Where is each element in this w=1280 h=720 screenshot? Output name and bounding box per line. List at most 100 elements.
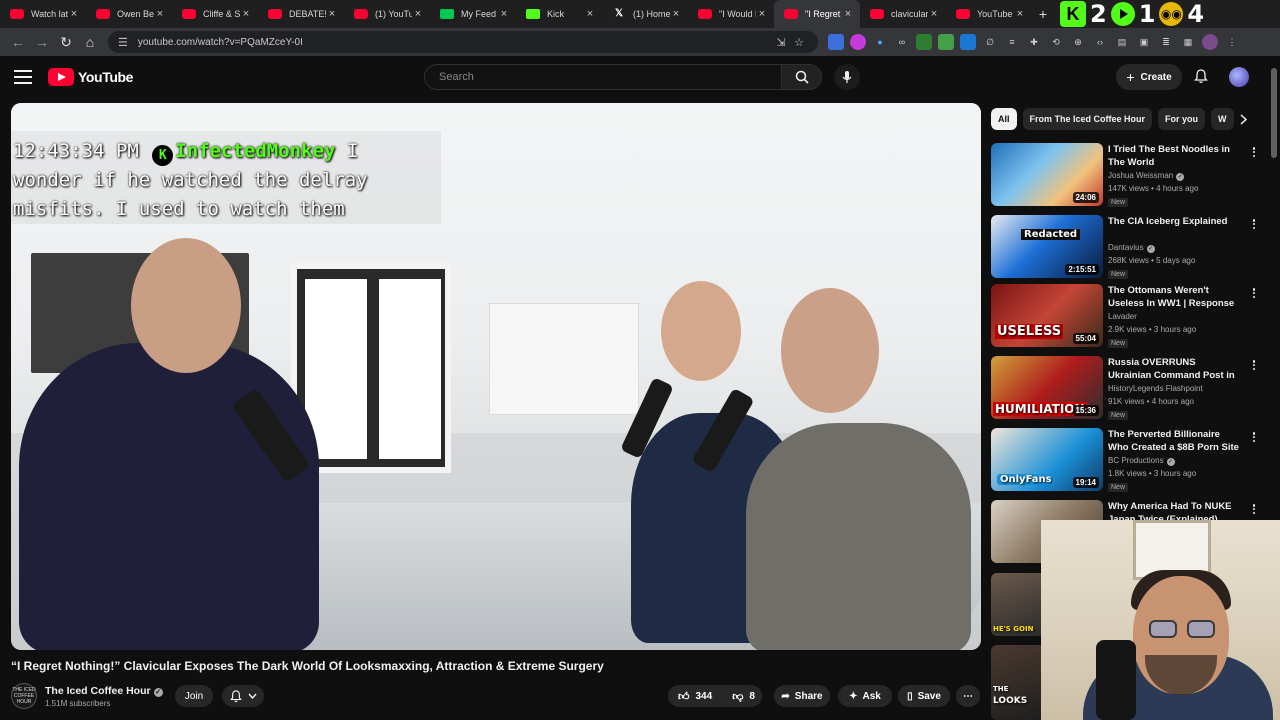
tab-close-icon[interactable]: × bbox=[670, 8, 682, 20]
site-info-icon[interactable]: ☰ bbox=[118, 36, 128, 49]
channel-name-link[interactable]: The Iced Coffee Hour ✓ bbox=[45, 685, 163, 697]
history-icon[interactable]: ⟲ bbox=[1048, 34, 1064, 50]
extension-icon[interactable]: ▤ bbox=[1114, 34, 1130, 50]
extension-icon[interactable]: ▣ bbox=[1136, 34, 1152, 50]
extension-icon[interactable]: ● bbox=[872, 34, 888, 50]
tab-close-icon[interactable]: × bbox=[928, 8, 940, 20]
tab-close-icon[interactable]: × bbox=[498, 8, 510, 20]
save-button[interactable]: ▯ Save bbox=[898, 685, 950, 707]
extension-icon[interactable]: ∞ bbox=[894, 34, 910, 50]
tab-close-icon[interactable]: × bbox=[1014, 8, 1026, 20]
more-vertical-icon[interactable] bbox=[1249, 286, 1259, 300]
more-vertical-icon[interactable] bbox=[1249, 430, 1259, 444]
video-thumbnail[interactable]: USELESS 55:04 bbox=[991, 284, 1103, 347]
recommended-channel[interactable]: BC Productions ✓ bbox=[1108, 456, 1175, 466]
extension-icon[interactable]: ≡ bbox=[1004, 34, 1020, 50]
devtools-icon[interactable]: ‹› bbox=[1092, 34, 1108, 50]
search-input[interactable]: Search bbox=[424, 64, 782, 90]
extension-icon[interactable]: ≣ bbox=[1158, 34, 1174, 50]
join-button[interactable]: Join bbox=[175, 685, 213, 707]
extensions-puzzle-icon[interactable]: ✚ bbox=[1026, 34, 1042, 50]
tab-close-icon[interactable]: × bbox=[68, 8, 80, 20]
recommendation-thumbnail-partial[interactable]: THE LOOKS bbox=[991, 645, 1041, 720]
recommended-video[interactable]: USELESS 55:04 The Ottomans Weren't Useless… bbox=[991, 284, 1263, 348]
extension-icon[interactable] bbox=[850, 34, 866, 50]
subscription-bell-button[interactable] bbox=[222, 685, 264, 707]
tab-close-icon[interactable]: × bbox=[842, 8, 854, 20]
filter-chip[interactable]: For you bbox=[1158, 108, 1206, 130]
profile-avatar-icon[interactable] bbox=[1202, 34, 1218, 50]
recommended-video-title[interactable]: The Perverted Billionaire Who Created a … bbox=[1108, 428, 1240, 454]
create-button[interactable]: + Create bbox=[1116, 64, 1182, 90]
recommended-channel[interactable]: Lavader bbox=[1108, 312, 1137, 321]
more-vertical-icon[interactable] bbox=[1249, 145, 1259, 159]
account-avatar[interactable] bbox=[1229, 67, 1249, 87]
browser-tab[interactable]: YouTube H× bbox=[946, 0, 1032, 28]
bookmark-star-icon[interactable]: ☆ bbox=[790, 36, 808, 49]
browser-tab[interactable]: "I Would H× bbox=[688, 0, 774, 28]
page-scrollbar[interactable] bbox=[1271, 60, 1277, 520]
share-button[interactable]: ➦ Share bbox=[774, 685, 830, 707]
recommended-video-title[interactable]: I Tried The Best Noodles in The World bbox=[1108, 143, 1240, 169]
more-vertical-icon[interactable] bbox=[1249, 217, 1259, 231]
tab-close-icon[interactable]: × bbox=[326, 8, 338, 20]
video-thumbnail[interactable]: OnlyFans 19:14 bbox=[991, 428, 1103, 491]
chips-next-button[interactable] bbox=[1234, 110, 1252, 128]
extension-icon[interactable]: ∅ bbox=[982, 34, 998, 50]
recommended-video[interactable]: 24:06 I Tried The Best Noodles in The Wor… bbox=[991, 143, 1263, 207]
menu-hamburger-icon[interactable] bbox=[14, 67, 34, 87]
extension-icon[interactable] bbox=[938, 34, 954, 50]
video-player[interactable]: 12:43:34 PM K InfectedMonkey I wonder if … bbox=[11, 103, 981, 650]
install-app-icon[interactable]: ⇲ bbox=[772, 36, 790, 49]
tab-close-icon[interactable]: × bbox=[240, 8, 252, 20]
browser-tab[interactable]: "I Regret N× bbox=[774, 0, 860, 28]
channel-avatar[interactable]: THE ICED COFFEE HOUR bbox=[11, 683, 37, 709]
search-button[interactable] bbox=[782, 64, 822, 90]
youtube-logo[interactable]: YouTube bbox=[48, 68, 133, 86]
browser-tab[interactable]: My Feed × bbox=[430, 0, 516, 28]
tab-close-icon[interactable]: × bbox=[154, 8, 166, 20]
dislike-button[interactable]: 👎︎ 8 bbox=[722, 685, 765, 707]
back-icon[interactable]: ← bbox=[6, 30, 30, 54]
notifications-button[interactable] bbox=[1190, 65, 1212, 87]
video-thumbnail[interactable]: Redacted 2:15:51 bbox=[991, 215, 1103, 278]
recommended-channel[interactable]: Dantavius ✓ bbox=[1108, 243, 1155, 253]
recommended-video[interactable]: OnlyFans 19:14 The Perverted Billionaire W… bbox=[991, 428, 1263, 492]
more-vertical-icon[interactable] bbox=[1249, 358, 1259, 372]
more-actions-button[interactable]: ⋯ bbox=[956, 685, 980, 707]
browser-tab[interactable]: Kick × bbox=[516, 0, 602, 28]
voice-search-button[interactable] bbox=[834, 64, 860, 90]
browser-tab[interactable]: Owen Ben× bbox=[86, 0, 172, 28]
recommended-video-title[interactable]: The CIA Iceberg Explained bbox=[1108, 215, 1240, 228]
recommended-video-title[interactable]: The Ottomans Weren't Useless In WW1 | Re… bbox=[1108, 284, 1240, 310]
browser-tab[interactable]: clavicular × bbox=[860, 0, 946, 28]
browser-tab[interactable]: Cliffe & Sh× bbox=[172, 0, 258, 28]
browser-tab[interactable]: Watch late× bbox=[0, 0, 86, 28]
recommended-video[interactable]: HUMILIATION 15:36 Russia OVERRUNS Ukrainia… bbox=[991, 356, 1263, 420]
extension-icon[interactable]: ⊕ bbox=[1070, 34, 1086, 50]
tab-close-icon[interactable]: × bbox=[756, 8, 768, 20]
video-thumbnail[interactable]: HUMILIATION 15:36 bbox=[991, 356, 1103, 419]
ask-button[interactable]: ✦ Ask bbox=[838, 685, 892, 707]
tab-close-icon[interactable]: × bbox=[584, 8, 596, 20]
address-bar[interactable]: ☰ youtube.com/watch?v=PQaMZceY-0I ⇲ ☆ bbox=[108, 31, 818, 53]
recommendation-thumbnail-partial[interactable]: HE'S GOIN bbox=[991, 573, 1041, 636]
more-vertical-icon[interactable] bbox=[1249, 502, 1259, 516]
recommended-channel[interactable]: HistoryLegends Flashpoint bbox=[1108, 384, 1203, 393]
browser-tab[interactable]: (1) YouTub× bbox=[344, 0, 430, 28]
forward-icon[interactable]: → bbox=[30, 30, 54, 54]
recommended-video[interactable]: Redacted 2:15:51 The CIA Iceberg Explained… bbox=[991, 215, 1263, 279]
filter-chip[interactable]: From The Iced Coffee Hour bbox=[1022, 108, 1153, 130]
tab-close-icon[interactable]: × bbox=[412, 8, 424, 20]
filter-chip[interactable]: W bbox=[1211, 108, 1234, 130]
extension-icon[interactable] bbox=[828, 34, 844, 50]
browser-tab[interactable]: DEBATE! W× bbox=[258, 0, 344, 28]
extension-icon[interactable] bbox=[916, 34, 932, 50]
filter-chip[interactable]: All bbox=[991, 108, 1017, 130]
extension-icon[interactable]: ▦ bbox=[1180, 34, 1196, 50]
new-tab-button[interactable]: + bbox=[1032, 6, 1054, 22]
reload-icon[interactable]: ↻ bbox=[54, 30, 78, 54]
browser-menu-icon[interactable]: ⋮ bbox=[1224, 34, 1240, 50]
recommended-video-title[interactable]: Russia OVERRUNS Ukrainian Command Post i… bbox=[1108, 356, 1240, 382]
browser-tab[interactable]: 𝕏 (1) Home × bbox=[602, 0, 688, 28]
